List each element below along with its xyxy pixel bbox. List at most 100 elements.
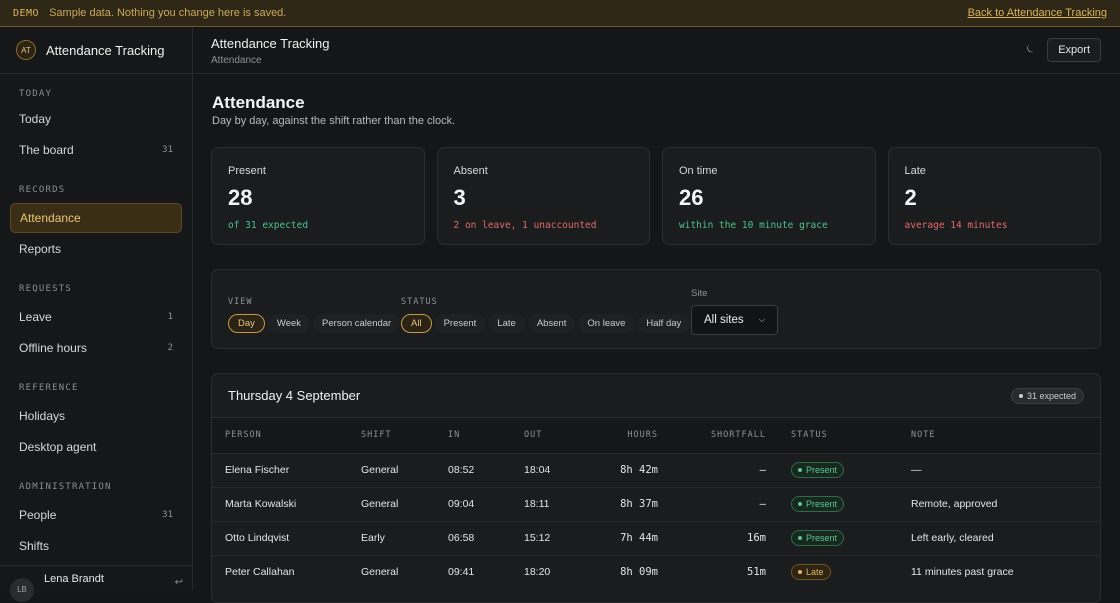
sidebar-item-label: Desktop agent — [19, 440, 97, 454]
cell-status: Late — [766, 555, 898, 589]
sidebar-item-holidays[interactable]: Holidays — [10, 401, 182, 431]
cell-person: Marta Kowalski — [225, 498, 297, 510]
status-dot-icon — [798, 536, 802, 540]
attendance-table: PERSON SHIFT IN OUT HOURS SHORTFALL STAT… — [212, 418, 1100, 589]
cell-in: 09:04 — [448, 498, 475, 510]
logout-icon[interactable]: ↩ — [175, 577, 183, 588]
back-link[interactable]: Back to Attendance Tracking — [968, 7, 1107, 19]
nav-heading-today: TODAY — [19, 89, 53, 99]
col-shift[interactable]: SHIFT — [348, 418, 435, 453]
stat-value: 2 — [904, 185, 917, 210]
col-in[interactable]: IN — [435, 418, 511, 453]
table-row[interactable]: Elena Fischer General 08:52 18:04 8h 42m… — [212, 453, 1100, 487]
chevron-down-icon: ⌵ — [758, 315, 765, 324]
col-person[interactable]: PERSON — [212, 418, 348, 453]
sidebar-item-leave[interactable]: Leave 1 — [10, 302, 182, 332]
day-card: Thursday 4 September 31 expected PERSON … — [211, 373, 1101, 603]
brand[interactable]: AT Attendance Tracking — [0, 27, 192, 74]
stat-card-on-time: On time 26 within the 10 minute grace — [662, 147, 876, 245]
col-hours[interactable]: HOURS — [586, 418, 658, 453]
view-chip-week[interactable]: Week — [267, 314, 311, 333]
demo-tag: DEMO — [13, 7, 40, 19]
sidebar-item-desktop-agent[interactable]: Desktop agent — [10, 432, 182, 462]
sidebar-item-count: 31 — [162, 510, 173, 520]
sidebar-item-today[interactable]: Today — [10, 104, 182, 134]
status-chip-absent[interactable]: Absent — [527, 314, 576, 333]
col-status[interactable]: STATUS — [766, 418, 898, 453]
view-filter-label: VIEW — [228, 297, 253, 307]
day-title: Thursday 4 September — [228, 388, 361, 403]
col-shortfall[interactable]: SHORTFALL — [658, 418, 766, 453]
status-dot-icon — [798, 502, 802, 506]
stat-note: 2 on leave, 1 unaccounted — [453, 220, 597, 231]
stat-note: average 14 minutes — [904, 220, 1008, 231]
breadcrumb[interactable]: Attendance — [211, 55, 1102, 66]
sidebar-item-reports[interactable]: Reports — [10, 234, 182, 264]
status-badge: Late — [791, 564, 831, 581]
cell-person: Otto Lindqvist — [225, 532, 290, 544]
status-chip-on-leave[interactable]: On leave — [578, 314, 635, 333]
sidebar: AT Attendance Tracking TODAY Today The b… — [0, 27, 193, 602]
cell-hours: 8h 37m — [620, 498, 658, 510]
cell-note: Left early, cleared — [911, 532, 994, 544]
status-badge: Present — [791, 462, 845, 478]
status-badge-label: Late — [806, 567, 824, 578]
export-button[interactable]: Export — [1047, 38, 1101, 62]
cell-out: 18:20 — [524, 566, 551, 579]
cell-out: 18:11 — [524, 498, 550, 510]
moon-icon[interactable] — [1026, 43, 1040, 57]
table-row[interactable]: Peter Callahan General 09:41 18:20 8h 09… — [212, 555, 1100, 589]
user-name: Lena Brandt — [44, 572, 104, 585]
cell-status: Present — [766, 453, 898, 487]
cell-note: 11 minutes past grace — [911, 566, 1014, 579]
sidebar-item-people[interactable]: People 31 — [10, 500, 182, 530]
view-chip-person-calendar[interactable]: Person calendar — [313, 314, 401, 333]
col-note[interactable]: NOTE — [898, 418, 1100, 453]
app-name: Attendance Tracking — [46, 42, 165, 58]
status-badge: Present — [791, 496, 845, 512]
expected-badge: 31 expected — [1010, 387, 1084, 404]
stat-note: within the 10 minute grace — [679, 220, 828, 231]
cell-shift: General — [361, 566, 399, 579]
cell-shortfall: – — [759, 464, 766, 476]
cell-status: Present — [766, 521, 898, 555]
avatar: LB — [10, 577, 34, 602]
col-out[interactable]: OUT — [511, 418, 586, 453]
stat-value: 3 — [453, 185, 466, 210]
sidebar-item-count: 31 — [162, 145, 173, 155]
sidebar-item-offline-hours[interactable]: Offline hours 2 — [10, 333, 182, 363]
status-filter-label: STATUS — [401, 297, 438, 307]
cell-person: Elena Fischer — [225, 464, 290, 476]
header-title: Attendance Tracking — [211, 36, 330, 51]
nav-heading-requests: REQUESTS — [19, 284, 72, 294]
status-badge-label: Present — [806, 533, 838, 543]
cell-in: 09:41 — [448, 566, 475, 579]
table-row[interactable]: Marta Kowalski General 09:04 18:11 8h 37… — [212, 487, 1100, 521]
sidebar-item-attendance[interactable]: Attendance — [10, 203, 182, 233]
cell-status: Present — [766, 487, 898, 521]
table-row[interactable]: Otto Lindqvist Early 06:58 15:12 7h 44m … — [212, 521, 1100, 555]
stat-value: 26 — [679, 185, 704, 210]
status-badge-label: Present — [806, 465, 838, 475]
cell-shift: General — [361, 498, 399, 510]
status-chip-half-day[interactable]: Half day — [637, 314, 691, 333]
status-chip-late[interactable]: Late — [488, 314, 525, 333]
sidebar-item-label: The board — [19, 143, 74, 157]
cell-hours: 8h 42m — [620, 464, 658, 476]
nav-heading-records: RECORDS — [19, 185, 66, 195]
app-logo: AT — [16, 40, 36, 60]
sidebar-item-the-board[interactable]: The board 31 — [10, 135, 182, 165]
cell-shift: General — [361, 464, 399, 476]
status-chip-all[interactable]: All — [401, 314, 432, 333]
top-header: Attendance Tracking Attendance Export — [193, 27, 1120, 74]
sidebar-item-shifts[interactable]: Shifts — [10, 531, 182, 561]
status-chips: All Present Late Absent On leave Half da… — [401, 314, 691, 333]
view-chip-day[interactable]: Day — [228, 314, 265, 333]
cell-out: 15:12 — [524, 532, 551, 544]
sidebar-item-label: Attendance — [20, 211, 81, 225]
site-select[interactable]: All sites ⌵ — [691, 305, 778, 335]
site-select-value: All sites — [704, 314, 744, 326]
stat-card-absent: Absent 3 2 on leave, 1 unaccounted — [436, 147, 650, 245]
status-chip-present[interactable]: Present — [434, 314, 486, 333]
stat-note: of 31 expected — [228, 220, 309, 231]
